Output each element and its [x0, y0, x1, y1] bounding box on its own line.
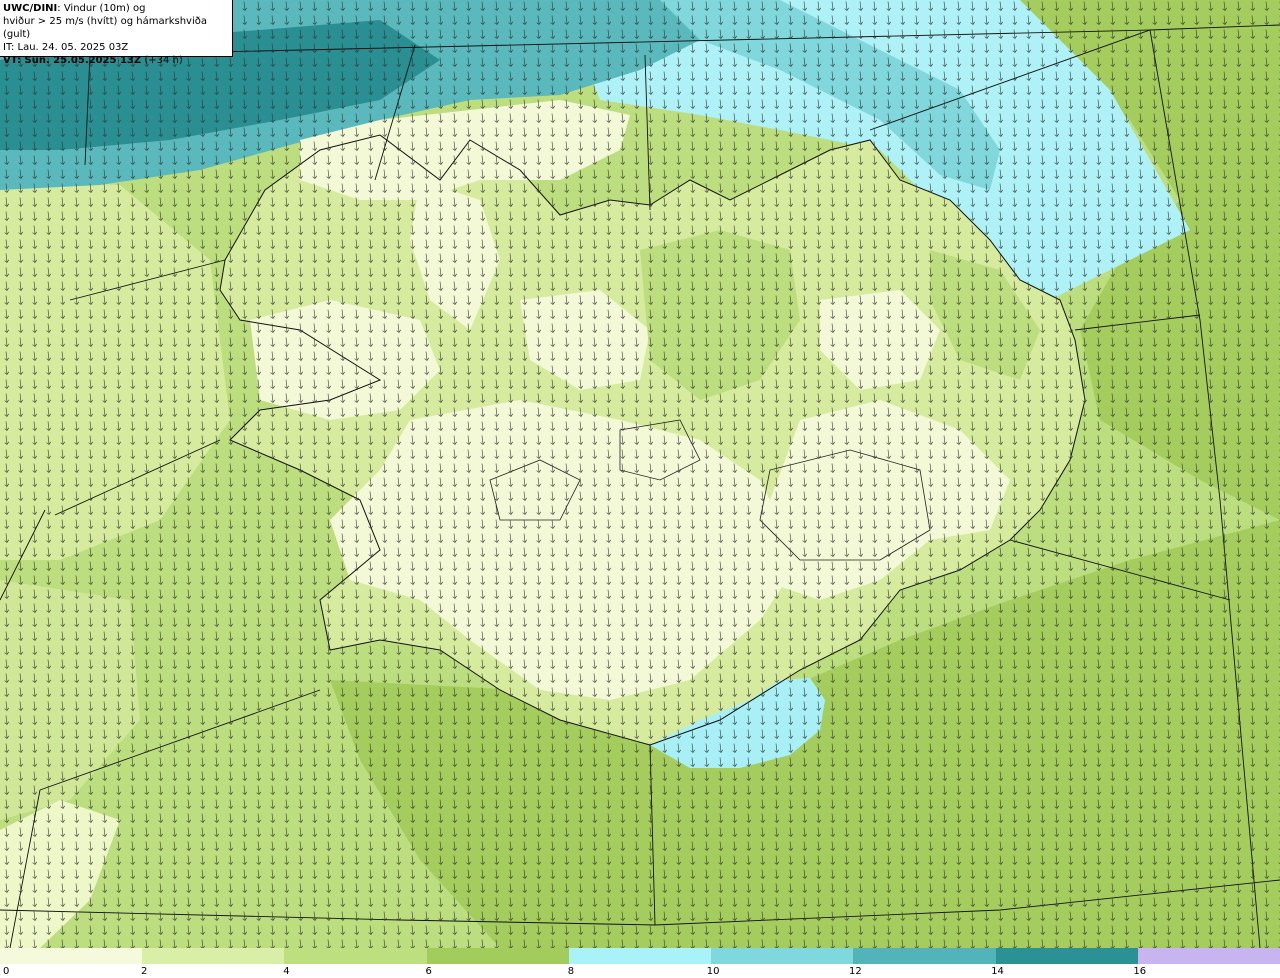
legend-tick-label: 0 — [3, 966, 10, 977]
legend-tick-label: 12 — [848, 966, 862, 977]
legend-tick-label: 14 — [991, 966, 1004, 977]
valid-time: VT: Sun. 25.05.2025 13Z — [3, 55, 142, 66]
legend-swatch — [0, 948, 143, 964]
valid-time-line: VT: Sun. 25.05.2025 13Z (+34 h) — [3, 54, 229, 67]
model-name: UWC/DINI — [3, 3, 58, 14]
legend-swatch — [995, 948, 1138, 964]
variable-name: : Vindur (10m) og — [57, 3, 146, 14]
wind-map — [0, 0, 1280, 948]
legend-tick-label: 2 — [141, 966, 148, 977]
legend-tick-label: 6 — [425, 966, 432, 977]
init-time: IT: Lau. 24. 05. 2025 03Z — [3, 42, 129, 53]
legend-tick-label: 16 — [1133, 966, 1147, 977]
subtitle-line: hviður > 25 m/s (hvítt) og hámarkshviða … — [3, 16, 207, 40]
legend-swatch — [853, 948, 996, 964]
legend-swatch — [711, 948, 854, 964]
color-legend: 0 2 4 6 8 10 12 14 16 — [0, 948, 1280, 978]
legend-tick-label: 8 — [567, 966, 575, 977]
title-line: UWC/DINI: Vindur (10m) og — [3, 2, 229, 15]
legend-tick-label: 10 — [706, 966, 720, 977]
lead-time: (+34 h) — [144, 55, 183, 66]
legend-swatch — [142, 948, 285, 964]
legend-swatch — [1137, 948, 1280, 964]
legend-swatch — [284, 948, 427, 964]
legend-bar — [0, 948, 1280, 964]
legend-swatch — [568, 948, 712, 964]
legend-swatch — [426, 948, 569, 964]
wind-arrows — [0, 0, 1280, 948]
info-box: UWC/DINI: Vindur (10m) og hviður > 25 m/… — [0, 0, 233, 66]
legend-tick-label: 4 — [283, 966, 290, 977]
